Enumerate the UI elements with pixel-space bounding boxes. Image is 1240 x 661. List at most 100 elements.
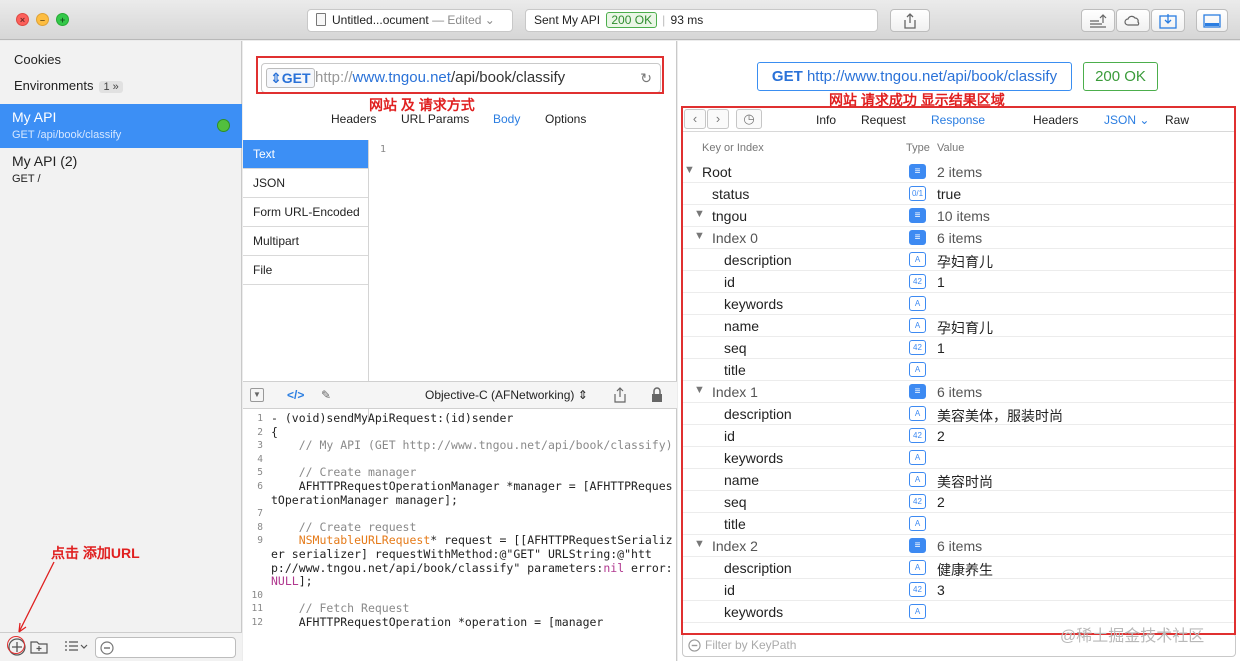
tree-row[interactable]: ▼ Root ≡ 2 items <box>682 161 1236 183</box>
disclosure-triangle-icon[interactable]: ▼ <box>684 164 695 176</box>
code-icon[interactable]: </> <box>287 388 304 402</box>
body-type-text[interactable]: Text <box>243 140 368 169</box>
document-icon <box>316 13 326 26</box>
environment-count[interactable]: 1 » <box>99 81 123 93</box>
tree-value: 2 <box>937 494 945 510</box>
url-bar[interactable]: ⇕GET http://www.tngou.net/api/book/class… <box>261 63 661 93</box>
request-name: My API (2) <box>12 153 78 169</box>
environments-row[interactable]: Environments 1 » <box>14 78 123 93</box>
tree-row[interactable]: description A 健康养生 <box>682 557 1236 579</box>
disclosure-triangle-icon[interactable]: ▼ <box>694 384 705 396</box>
tab-info[interactable]: Info <box>816 113 836 127</box>
url-input[interactable]: http://www.tngou.net/api/book/classify <box>315 64 565 92</box>
tree-row[interactable]: description A 美容美体，服装时尚 <box>682 403 1236 425</box>
minimize-window-button[interactable]: – <box>36 13 49 26</box>
sidebar-item-my-api[interactable]: My API GET /api/book/classify <box>0 104 242 148</box>
body-type-form[interactable]: Form URL-Encoded <box>243 198 368 227</box>
tab-body[interactable]: Body <box>493 112 520 126</box>
tree-key: seq <box>724 340 747 356</box>
response-panel: GET http://www.tngou.net/api/book/classi… <box>678 41 1240 661</box>
tree-row[interactable]: status 0/1 true <box>682 183 1236 205</box>
tree-row[interactable]: keywords A <box>682 293 1236 315</box>
share-code-icon[interactable] <box>613 387 627 403</box>
tab-raw[interactable]: Raw <box>1165 113 1189 127</box>
tree-key: seq <box>724 494 747 510</box>
import-button[interactable] <box>1151 9 1185 32</box>
tab-headers[interactable]: Headers <box>1033 113 1078 127</box>
tree-row[interactable]: id 42 3 <box>682 579 1236 601</box>
lock-icon[interactable] <box>651 387 663 403</box>
forward-icon[interactable]: › <box>707 109 729 129</box>
tree-row[interactable]: id 42 1 <box>682 271 1236 293</box>
share-button[interactable] <box>890 9 930 32</box>
body-type-json[interactable]: JSON <box>243 169 368 198</box>
tab-response[interactable]: Response <box>931 113 985 127</box>
tree-row[interactable]: keywords A <box>682 601 1236 623</box>
sync-button[interactable] <box>1116 9 1150 32</box>
tree-row[interactable]: ▼ Index 0 ≡ 6 items <box>682 227 1236 249</box>
tab-json[interactable]: JSON ⌄ <box>1104 113 1149 127</box>
tree-value: true <box>937 186 962 202</box>
tree-row[interactable]: id 42 2 <box>682 425 1236 447</box>
tree-key: keywords <box>724 604 784 620</box>
body-type-file[interactable]: File <box>243 256 368 285</box>
code-language-selector[interactable]: Objective-C (AFNetworking) ⇕ <box>425 388 588 402</box>
collapse-icon[interactable]: ▼ <box>250 388 264 402</box>
request-name: My API <box>12 109 57 125</box>
share-icon <box>904 13 916 29</box>
tree-key: id <box>724 582 735 598</box>
zoom-window-button[interactable]: + <box>56 13 69 26</box>
filter-icon <box>100 641 114 655</box>
cloud-icon <box>1124 15 1140 26</box>
tree-key: Index 2 <box>712 538 758 554</box>
document-title-box[interactable]: Untitled...ocument — Edited ⌄ <box>307 9 513 32</box>
sidebar-item-my-api-2[interactable]: My API (2) GET / <box>0 148 242 192</box>
back-icon[interactable]: ‹ <box>684 109 706 129</box>
tree-row[interactable]: keywords A <box>682 447 1236 469</box>
tree-row[interactable]: seq 42 2 <box>682 491 1236 513</box>
type-icon: A <box>909 560 926 575</box>
tree-key: Index 0 <box>712 230 758 246</box>
request-path: GET / <box>12 173 41 185</box>
tree-row[interactable]: title A <box>682 513 1236 535</box>
history-icon[interactable]: ◷ <box>736 109 762 129</box>
cookies-label: Cookies <box>14 52 61 67</box>
method-selector[interactable]: ⇕GET <box>266 68 315 88</box>
tree-row[interactable]: ▼ Index 1 ≡ 6 items <box>682 381 1236 403</box>
document-title: Untitled...ocument <box>332 13 429 27</box>
code-line: // Create request <box>271 519 417 534</box>
close-window-button[interactable]: × <box>16 13 29 26</box>
body-editor[interactable]: 1 <box>370 140 677 380</box>
disclosure-triangle-icon[interactable]: ▼ <box>694 538 705 550</box>
request-panel: ⇕GET http://www.tngou.net/api/book/class… <box>243 41 677 661</box>
reload-icon[interactable]: ↻ <box>640 64 652 92</box>
tree-row[interactable]: seq 42 1 <box>682 337 1236 359</box>
body-type-multipart[interactable]: Multipart <box>243 227 368 256</box>
tree-row[interactable]: description A 孕妇育儿 <box>682 249 1236 271</box>
code-line: // My API (GET http://www.tngou.net/api/… <box>271 438 673 453</box>
layout-button[interactable] <box>1081 9 1115 32</box>
tree-row[interactable]: ▼ Index 2 ≡ 6 items <box>682 535 1236 557</box>
tree-row[interactable]: title A <box>682 359 1236 381</box>
tab-options[interactable]: Options <box>545 112 586 126</box>
sort-menu-icon[interactable] <box>64 640 88 653</box>
disclosure-triangle-icon[interactable]: ▼ <box>694 230 705 242</box>
add-url-annotation: 点击 添加URL <box>51 545 140 561</box>
tree-key: keywords <box>724 296 784 312</box>
tree-row[interactable]: name A 美容时尚 <box>682 469 1236 491</box>
code-line: ]; <box>298 574 313 589</box>
sidebar-filter-input[interactable] <box>95 637 236 658</box>
panel-toggle-button[interactable] <box>1196 9 1228 32</box>
tree-row[interactable]: ▼ tngou ≡ 10 items <box>682 205 1236 227</box>
type-icon: ≡ <box>909 230 926 245</box>
tab-request[interactable]: Request <box>861 113 906 127</box>
pencil-icon[interactable]: ✎ <box>321 388 331 402</box>
panel-icon <box>1203 14 1221 28</box>
disclosure-triangle-icon[interactable]: ▼ <box>694 208 705 220</box>
tree-key: Index 1 <box>712 384 758 400</box>
type-icon: A <box>909 450 926 465</box>
add-folder-icon[interactable] <box>30 639 48 654</box>
tree-row[interactable]: name A 孕妇育儿 <box>682 315 1236 337</box>
add-icon[interactable] <box>8 638 26 656</box>
sent-label: Sent My API <box>534 13 601 27</box>
